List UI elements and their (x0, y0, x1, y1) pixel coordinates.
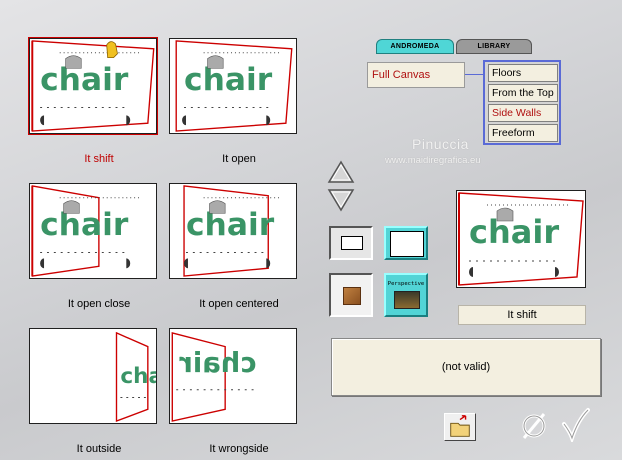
watermark-name: Pinuccia (412, 136, 469, 152)
perspective-button[interactable]: Perspective (384, 273, 428, 317)
perspective-label: Perspective (387, 281, 425, 287)
preset-it-wrongside[interactable]: chair (169, 328, 297, 424)
preview-label: It shift (458, 305, 586, 325)
reset-button[interactable] (520, 410, 548, 442)
status-panel: (not valid) (331, 338, 601, 396)
category-full-canvas[interactable]: Full Canvas (367, 62, 465, 88)
preset-it-shift[interactable]: chair (28, 37, 158, 135)
rectangle-icon (341, 236, 363, 250)
arrow-down-icon (327, 189, 355, 212)
preview-thumbnail: chair (456, 190, 586, 288)
preset-it-outside[interactable]: chair (29, 328, 157, 424)
rectangle-icon (390, 231, 424, 257)
arrow-up-button[interactable] (327, 160, 355, 184)
watermark-url: www.maidiregrafica.eu (385, 155, 481, 166)
preset-it-open-centered[interactable]: chair (169, 183, 297, 279)
folder-icon (450, 415, 470, 437)
preset-label: It outside (76, 443, 122, 455)
preset-label: It open close (67, 298, 131, 310)
chair-text: chair (40, 62, 129, 98)
svg-text:chair: chair (40, 207, 129, 243)
svg-text:chair: chair (179, 348, 257, 379)
texture-button[interactable] (329, 273, 373, 317)
preset-label: It open (222, 153, 256, 165)
texture-icon (343, 287, 361, 305)
preset-it-open[interactable]: chair (169, 38, 297, 134)
option-list: Floors From the Top Side Walls Freeform (483, 60, 561, 145)
preset-label: It shift (84, 153, 114, 165)
open-folder-button[interactable] (444, 413, 476, 441)
option-freeform[interactable]: Freeform (488, 124, 558, 142)
option-from-the-top[interactable]: From the Top (488, 84, 558, 102)
frame-large-button[interactable] (384, 226, 428, 260)
ok-button[interactable] (560, 406, 590, 445)
tab-andromeda[interactable]: ANDROMEDA (376, 39, 454, 54)
arrow-down-button[interactable] (327, 188, 355, 212)
svg-text:chair: chair (186, 207, 275, 243)
svg-text:chair: chair (120, 364, 156, 389)
landscape-icon (394, 291, 420, 309)
tab-library[interactable]: LIBRARY (456, 39, 532, 54)
arrow-up-icon (327, 160, 355, 183)
frame-small-button[interactable] (329, 226, 373, 260)
svg-text:chair: chair (184, 62, 273, 98)
connector-line (465, 74, 485, 75)
chair-text: chair (469, 213, 559, 251)
null-icon (522, 413, 546, 439)
preset-label: It wrongside (209, 443, 269, 455)
option-floors[interactable]: Floors (488, 64, 558, 82)
preset-it-open-close[interactable]: chair (29, 183, 157, 279)
option-side-walls[interactable]: Side Walls (488, 104, 558, 122)
checkmark-icon (562, 408, 590, 445)
preset-label: It open centered (199, 298, 279, 310)
